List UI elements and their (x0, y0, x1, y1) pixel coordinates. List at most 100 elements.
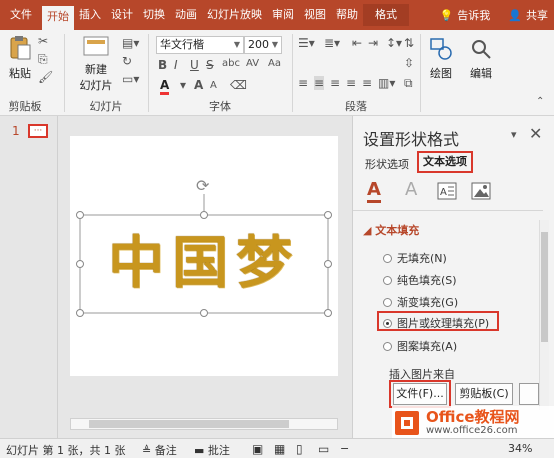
watermark-url: www.office26.com (426, 425, 518, 436)
paragraph-group-label: 段落 (345, 100, 367, 113)
font-color-dropdown[interactable]: ▾ (180, 78, 186, 92)
normal-view-icon[interactable]: ▣ (252, 442, 263, 456)
radio-solid-fill[interactable]: 纯色填充(S) (383, 272, 457, 288)
columns-icon[interactable]: ▥▾ (378, 76, 395, 90)
strikethrough-button[interactable]: S (206, 58, 214, 72)
resize-handle-w[interactable] (76, 260, 84, 268)
clipboard-group: 粘贴 ✂ ⎘ 🖌 剪贴板 (0, 30, 54, 116)
alt-text-icon[interactable] (471, 182, 491, 200)
cut-icon[interactable]: ✂ (38, 34, 48, 48)
text-direction-icon[interactable]: ⇅ (404, 36, 414, 50)
tab-home[interactable]: 开始 (42, 6, 74, 30)
resize-handle-se[interactable] (324, 309, 332, 317)
distribute-icon[interactable]: ≡ (362, 76, 372, 90)
pane-scrollbar[interactable] (539, 220, 549, 410)
smartart-icon[interactable]: ⧉ (404, 76, 413, 91)
grow-font-button[interactable]: A (194, 78, 203, 92)
align-right-icon[interactable]: ≡ (330, 76, 340, 90)
slide-info: 幻灯片 第 1 张，共 1 张 (6, 444, 126, 457)
tab-shape-options[interactable]: 形状选项 (365, 156, 409, 172)
pane-scroll-thumb[interactable] (541, 232, 548, 342)
paragraph-group: ☰▾ ≣▾ ⇤ ⇥ ↕▾ ≡ ≡ ≡ ≡ ≡ ▥▾ ⇅ ⇳ ⧉ 段落 (294, 30, 418, 116)
reset-icon[interactable]: ↻ (122, 54, 132, 68)
shrink-font-button[interactable]: A (210, 80, 217, 91)
font-size-select[interactable]: 200 ▼ (244, 36, 282, 54)
change-case-button[interactable]: Aa (268, 58, 281, 69)
copy-icon[interactable]: ⎘ (38, 52, 48, 67)
text-fill-outline-icon[interactable]: A (367, 180, 381, 203)
bullets-icon[interactable]: ☰▾ (298, 36, 315, 50)
char-spacing-button[interactable]: AV (246, 58, 259, 69)
radio-picture-texture-fill[interactable]: 图片或纹理填充(P) (383, 315, 489, 331)
tab-animations[interactable]: 动画 (170, 4, 202, 26)
tab-text-options[interactable]: 文本选项 (417, 151, 473, 173)
clipboard-button[interactable]: 剪贴板(C) (455, 383, 513, 405)
editing-button[interactable]: 编辑 (464, 36, 498, 81)
clear-format-icon[interactable]: ⌫ (230, 78, 247, 92)
horizontal-scrollbar[interactable] (70, 418, 338, 430)
tab-help[interactable]: 帮助 (331, 4, 363, 26)
line-spacing-icon[interactable]: ↕▾ (386, 36, 402, 50)
tab-design[interactable]: 设计 (106, 4, 138, 26)
underline-button[interactable]: U (190, 58, 199, 72)
format-painter-icon[interactable]: 🖌 (38, 70, 53, 84)
font-family-select[interactable]: 华文行楷 ▼ (156, 36, 244, 54)
section-header-text-fill[interactable]: ◢ 文本填充 (363, 222, 419, 238)
resize-handle-e[interactable] (324, 260, 332, 268)
more-button[interactable] (519, 383, 539, 405)
text-effects-icon[interactable]: A (405, 180, 417, 200)
slide-sorter-icon[interactable]: ▦ (274, 442, 285, 456)
reading-view-icon[interactable]: ▯ (296, 442, 303, 456)
tell-me-box[interactable]: 告诉我 (457, 7, 490, 23)
font-color-button[interactable]: A (160, 78, 170, 95)
bold-button[interactable]: B (158, 58, 167, 72)
tab-slideshow[interactable]: 幻灯片放映 (202, 4, 267, 26)
tab-view[interactable]: 视图 (299, 4, 331, 26)
radio-gradient-fill[interactable]: 渐变填充(G) (383, 294, 458, 310)
collapse-ribbon-icon[interactable]: ⌃ (536, 96, 544, 107)
section-icon[interactable]: ▭▾ (122, 72, 139, 86)
numbering-icon[interactable]: ≣▾ (324, 36, 340, 50)
slide-text[interactable]: 中国梦 (86, 228, 322, 298)
horizontal-scroll-thumb[interactable] (89, 420, 289, 428)
tab-review[interactable]: 审阅 (267, 4, 299, 26)
align-left-icon[interactable]: ≡ (298, 76, 308, 90)
resize-handle-s[interactable] (200, 309, 208, 317)
pane-options-icon[interactable]: ▾ (511, 128, 517, 141)
radio-pattern-fill[interactable]: 图案填充(A) (383, 338, 457, 354)
align-center-icon[interactable]: ≡ (314, 76, 325, 90)
resize-handle-n[interactable] (200, 211, 208, 219)
file-button[interactable]: 文件(F)... (393, 383, 447, 405)
tab-format[interactable]: 格式 (363, 4, 409, 26)
radio-no-fill[interactable]: 无填充(N) (383, 250, 447, 266)
share-button[interactable]: 共享 (526, 7, 548, 23)
tab-insert[interactable]: 插入 (74, 4, 106, 26)
tab-file[interactable]: 文件 (0, 4, 42, 26)
new-slide-button[interactable]: 新建 幻灯片 (76, 34, 116, 93)
notes-button[interactable]: ≜ 备注 (142, 442, 177, 458)
thumbnail-pane: 1 ··· (0, 116, 58, 438)
slide[interactable]: ⟳ 中国梦 (70, 136, 338, 376)
new-slide-icon (83, 36, 109, 56)
paste-button[interactable]: 粘贴 (6, 34, 34, 81)
zoom-level[interactable]: 34% (508, 442, 532, 455)
decrease-indent-icon[interactable]: ⇤ (352, 36, 362, 50)
rotate-handle-icon[interactable]: ⟳ (196, 176, 209, 195)
shadow-button[interactable]: abc (222, 58, 240, 69)
tab-transitions[interactable]: 切换 (138, 4, 170, 26)
justify-icon[interactable]: ≡ (346, 76, 356, 90)
increase-indent-icon[interactable]: ⇥ (368, 36, 378, 50)
comments-button[interactable]: ▬ 批注 (194, 442, 230, 458)
italic-button[interactable]: I (174, 58, 178, 72)
slideshow-icon[interactable]: ▭ (318, 442, 329, 456)
close-icon[interactable]: ✕ (529, 124, 542, 143)
drawing-button[interactable]: 绘图 (424, 36, 458, 81)
resize-handle-ne[interactable] (324, 211, 332, 219)
layout-icon[interactable]: ▤▾ (122, 36, 139, 50)
slide-thumbnail[interactable]: ··· (28, 124, 48, 138)
resize-handle-sw[interactable] (76, 309, 84, 317)
align-text-icon[interactable]: ⇳ (404, 56, 414, 70)
resize-handle-nw[interactable] (76, 211, 84, 219)
text-box-icon[interactable]: A (437, 182, 457, 200)
zoom-out-icon[interactable]: − (340, 442, 349, 455)
